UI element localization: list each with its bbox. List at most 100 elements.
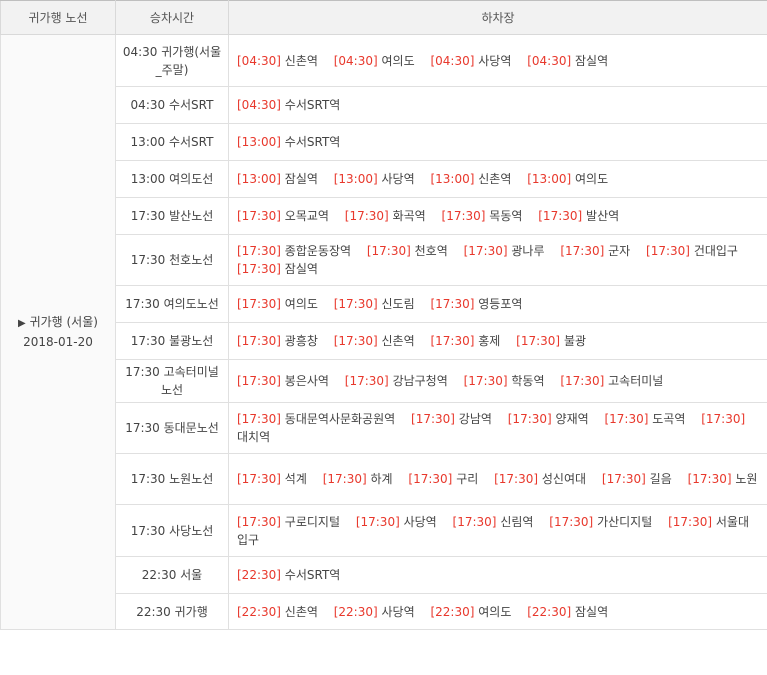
stop-name: 수서SRT역 <box>284 135 341 149</box>
table-header-row: 귀가행 노선 승차시간 하차장 <box>0 0 767 35</box>
stop-time: [04:30] <box>430 53 475 68</box>
stop-item: [13:00] 잠실역 <box>237 172 318 186</box>
stop-item: [17:30] 신촌역 <box>334 334 415 348</box>
stop-time: [17:30] <box>344 209 389 223</box>
stop-item: [17:30] 천호역 <box>367 244 448 258</box>
stop-time: [17:30] <box>237 374 281 388</box>
stop-item: [04:30] 잠실역 <box>527 54 608 68</box>
stop-time: [17:30] <box>538 209 583 223</box>
stop-item: [17:30] 신림역 <box>453 515 534 529</box>
stop-name: 신림역 <box>500 514 534 529</box>
stop-item: [17:30] 군자 <box>560 244 630 258</box>
stop-name: 가산디지털 <box>597 514 653 529</box>
stop-name: 고속터미널 <box>608 374 664 388</box>
table-row: 04:30 수서SRT [04:30] 수서SRT역 <box>1 86 767 124</box>
table-row: 22:30 귀가행 [22:30] 신촌역 [22:30] 사당역 [22:30]… <box>1 593 767 630</box>
stop-time: [17:30] <box>237 244 281 258</box>
stop-name: 신촌역 <box>478 172 512 186</box>
route-line: ▶ 귀가행 (서울) <box>1 313 115 333</box>
stop-name: 강남역 <box>458 412 492 426</box>
stop-item: [17:30] 광흥창 <box>237 334 318 348</box>
drop-off-stops-cell: [17:30] 종합운동장역 [17:30] 천호역 [17:30] 광나루 [… <box>228 234 767 286</box>
stop-name: 광나루 <box>511 244 545 258</box>
stop-time: [13:00] <box>527 172 572 186</box>
stop-name: 화곡역 <box>392 209 426 223</box>
stop-time: [17:30] <box>601 472 646 486</box>
stop-item: [17:30] 발산역 <box>538 209 619 223</box>
stop-time: [22:30] <box>430 604 475 619</box>
stop-time: [17:30] <box>687 472 732 486</box>
departure-time-cell: 17:30 고속터미널노선 <box>115 359 229 403</box>
drop-off-stops-cell: [17:30] 광흥창 [17:30] 신촌역 [17:30] 홍제 [17:3… <box>228 322 767 360</box>
stop-name: 오목교역 <box>284 209 329 223</box>
departure-time-cell: 17:30 천호노선 <box>115 234 229 286</box>
stop-time: [17:30] <box>668 514 713 529</box>
stop-name: 성신여대 <box>541 472 587 486</box>
drop-off-stops-cell: [17:30] 여의도 [17:30] 신도림 [17:30] 영등포역 <box>228 285 767 323</box>
stop-time: [17:30] <box>237 262 281 276</box>
stop-time: [22:30] <box>527 604 572 619</box>
stop-item: [04:30] 사당역 <box>430 54 511 68</box>
stop-time: [17:30] <box>355 514 400 529</box>
stop-time: [17:30] <box>560 374 605 388</box>
stop-item: [17:30] 신도림 <box>334 297 415 311</box>
stop-time: [17:30] <box>366 244 411 258</box>
table-row: 17:30 불광노선 [17:30] 광흥창 [17:30] 신촌역 [17:30… <box>1 322 767 360</box>
stop-time: [17:30] <box>322 472 367 486</box>
drop-off-stops-cell: [04:30] 신촌역 [04:30] 여의도 [04:30] 사당역 [04:… <box>228 34 767 87</box>
stop-time: [17:30] <box>494 472 539 486</box>
stop-time: [13:00] <box>237 172 281 186</box>
stop-name: 석계 <box>284 472 307 486</box>
stop-name: 신도림 <box>381 297 415 311</box>
stop-time: [17:30] <box>237 412 281 426</box>
drop-off-stops-cell: [13:00] 수서SRT역 <box>228 123 767 161</box>
stop-time: [17:30] <box>411 412 455 426</box>
drop-off-stops-cell: [17:30] 석계 [17:30] 하계 [17:30] 구리 [17:30]… <box>228 453 767 505</box>
stop-item: [17:30] 노원 <box>688 472 758 486</box>
stop-item: [04:30] 수서SRT역 <box>237 98 340 112</box>
stop-time: [17:30] <box>507 412 552 426</box>
table-row: 22:30 서울 [22:30] 수서SRT역 <box>1 556 767 594</box>
stop-name: 목동역 <box>489 209 523 223</box>
departure-time-cell: 17:30 노원노선 <box>115 453 229 505</box>
stop-name: 사당역 <box>381 604 415 619</box>
table-row: 17:30 사당노선 [17:30] 구로디지털 [17:30] 사당역 [17:… <box>1 504 767 557</box>
drop-off-stops-cell: [17:30] 구로디지털 [17:30] 사당역 [17:30] 신림역 [1… <box>228 504 767 557</box>
stop-name: 신촌역 <box>381 334 415 348</box>
stop-name: 학동역 <box>511 374 545 388</box>
table-row: ▶ 귀가행 (서울) 2018-01-20 04:30 귀가행(서울_주말) [04:… <box>0 34 767 630</box>
stop-item: [13:00] 수서SRT역 <box>237 135 340 149</box>
stop-name: 구리 <box>456 472 479 486</box>
stop-item: [22:30] 여의도 <box>430 605 511 619</box>
stop-item: [17:30] 광나루 <box>464 244 545 258</box>
stop-name: 여의도 <box>574 172 609 186</box>
departure-time-cell: 04:30 수서SRT <box>115 86 229 124</box>
stop-name: 신촌역 <box>284 53 318 68</box>
stop-time: [13:00] <box>430 172 475 186</box>
stop-time: [17:30] <box>237 472 281 486</box>
stop-name: 봉은사역 <box>284 374 329 388</box>
drop-off-stops-cell: [17:30] 동대문역사문화공원역 [17:30] 강남역 [17:30] 양… <box>228 402 767 454</box>
table-row: 17:30 천호노선 [17:30] 종합운동장역 [17:30] 천호역 [17… <box>1 234 767 286</box>
table-row: 17:30 발산노선 [17:30] 오목교역 [17:30] 화곡역 [17:3… <box>1 197 767 235</box>
stop-item: [17:30] 사당역 <box>356 515 437 529</box>
stop-time: [17:30] <box>560 244 605 258</box>
stop-name: 신촌역 <box>284 604 318 619</box>
drop-off-stops-cell: [22:30] 수서SRT역 <box>228 556 767 594</box>
stop-name: 양재역 <box>555 412 589 426</box>
stop-item: [17:30] 영등포역 <box>430 297 522 311</box>
stop-time: [17:30] <box>463 244 508 258</box>
stop-item: [17:30] 불광 <box>516 334 586 348</box>
stop-item: [17:30] 목동역 <box>442 209 523 223</box>
stop-name: 수서SRT역 <box>284 568 341 582</box>
stop-time: [17:30] <box>333 334 378 348</box>
stop-item: [17:30] 강남구청역 <box>345 374 448 388</box>
stop-item: [17:30] 동대문역사문화공원역 <box>237 412 395 426</box>
stop-time: [17:30] <box>463 374 508 388</box>
departure-time-cell: 17:30 여의도노선 <box>115 285 229 323</box>
header-stops: 하차장 <box>228 0 767 35</box>
stop-time: [17:30] <box>516 334 561 348</box>
stop-name: 영등포역 <box>478 297 523 311</box>
stop-name: 여의도 <box>381 53 415 68</box>
stop-name: 군자 <box>608 244 631 258</box>
